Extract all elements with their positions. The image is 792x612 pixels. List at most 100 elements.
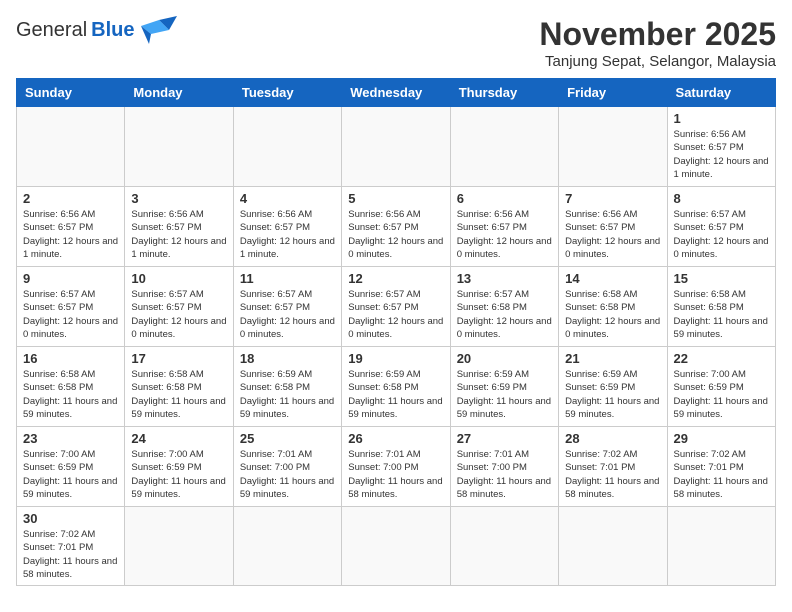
day-number: 30 (23, 511, 118, 526)
calendar-cell: 22 Sunrise: 7:00 AM Sunset: 6:59 PM Dayli… (667, 347, 775, 427)
calendar-cell (667, 507, 775, 586)
calendar-cell: 29 Sunrise: 7:02 AM Sunset: 7:01 PM Dayli… (667, 427, 775, 507)
day-info: Sunrise: 7:02 AM Sunset: 7:01 PM Dayligh… (23, 528, 118, 581)
day-number: 1 (674, 111, 769, 126)
day-number: 27 (457, 431, 552, 446)
day-number: 26 (348, 431, 443, 446)
calendar-cell (125, 107, 233, 187)
day-number: 23 (23, 431, 118, 446)
calendar-cell: 21 Sunrise: 6:59 AM Sunset: 6:59 PM Dayli… (559, 347, 667, 427)
day-info: Sunrise: 6:58 AM Sunset: 6:58 PM Dayligh… (131, 368, 226, 421)
day-number: 12 (348, 271, 443, 286)
day-info: Sunrise: 6:59 AM Sunset: 6:58 PM Dayligh… (348, 368, 443, 421)
day-info: Sunrise: 6:56 AM Sunset: 6:57 PM Dayligh… (565, 208, 660, 261)
day-number: 29 (674, 431, 769, 446)
day-info: Sunrise: 6:58 AM Sunset: 6:58 PM Dayligh… (565, 288, 660, 341)
col-header-monday: Monday (125, 79, 233, 107)
calendar-cell: 18Sunrise: 6:59 AM Sunset: 6:58 PM Dayli… (233, 347, 341, 427)
calendar-cell: 19 Sunrise: 6:59 AM Sunset: 6:58 PM Dayli… (342, 347, 450, 427)
day-number: 11 (240, 271, 335, 286)
col-header-thursday: Thursday (450, 79, 558, 107)
calendar-cell: 3Sunrise: 6:56 AM Sunset: 6:57 PM Daylig… (125, 187, 233, 267)
day-number: 16 (23, 351, 118, 366)
logo-general: General (16, 19, 87, 42)
day-number: 4 (240, 191, 335, 206)
calendar-week-row: 2 Sunrise: 6:56 AM Sunset: 6:57 PM Daylig… (17, 187, 776, 267)
calendar-cell: 14 Sunrise: 6:58 AM Sunset: 6:58 PM Dayli… (559, 267, 667, 347)
calendar-cell: 1 Sunrise: 6:56 AM Sunset: 6:57 PM Daylig… (667, 107, 775, 187)
day-info: Sunrise: 7:01 AM Sunset: 7:00 PM Dayligh… (240, 448, 335, 501)
day-info: Sunrise: 6:57 AM Sunset: 6:57 PM Dayligh… (131, 288, 226, 341)
logo-blue: Blue (91, 19, 134, 42)
calendar-week-row: 23 Sunrise: 7:00 AM Sunset: 6:59 PM Dayli… (17, 427, 776, 507)
calendar-cell: 9 Sunrise: 6:57 AM Sunset: 6:57 PM Daylig… (17, 267, 125, 347)
col-header-wednesday: Wednesday (342, 79, 450, 107)
calendar-cell: 8 Sunrise: 6:57 AM Sunset: 6:57 PM Daylig… (667, 187, 775, 267)
calendar-cell (233, 107, 341, 187)
day-info: Sunrise: 6:57 AM Sunset: 6:57 PM Dayligh… (348, 288, 443, 341)
day-number: 6 (457, 191, 552, 206)
calendar-week-row: 30 Sunrise: 7:02 AM Sunset: 7:01 PM Dayli… (17, 507, 776, 586)
calendar-table: SundayMondayTuesdayWednesdayThursdayFrid… (16, 78, 776, 586)
day-info: Sunrise: 6:56 AM Sunset: 6:57 PM Dayligh… (457, 208, 552, 261)
day-info: Sunrise: 6:59 AM Sunset: 6:59 PM Dayligh… (565, 368, 660, 421)
day-info: Sunrise: 6:56 AM Sunset: 6:57 PM Dayligh… (240, 208, 335, 261)
calendar-cell: 30 Sunrise: 7:02 AM Sunset: 7:01 PM Dayli… (17, 507, 125, 586)
calendar-cell (450, 107, 558, 187)
day-info: Sunrise: 6:57 AM Sunset: 6:57 PM Dayligh… (674, 208, 769, 261)
day-info: Sunrise: 6:56 AM Sunset: 6:57 PM Dayligh… (131, 208, 226, 261)
col-header-friday: Friday (559, 79, 667, 107)
calendar-cell (450, 507, 558, 586)
day-info: Sunrise: 7:00 AM Sunset: 6:59 PM Dayligh… (131, 448, 226, 501)
col-header-sunday: Sunday (17, 79, 125, 107)
month-title: November 2025 (539, 16, 776, 53)
calendar-cell: 4 Sunrise: 6:56 AM Sunset: 6:57 PM Daylig… (233, 187, 341, 267)
calendar-cell: 6 Sunrise: 6:56 AM Sunset: 6:57 PM Daylig… (450, 187, 558, 267)
day-number: 19 (348, 351, 443, 366)
day-info: Sunrise: 6:59 AM Sunset: 6:59 PM Dayligh… (457, 368, 552, 421)
calendar-cell: 5Sunrise: 6:56 AM Sunset: 6:57 PM Daylig… (342, 187, 450, 267)
calendar-cell: 13 Sunrise: 6:57 AM Sunset: 6:58 PM Dayli… (450, 267, 558, 347)
day-number: 17 (131, 351, 226, 366)
col-header-saturday: Saturday (667, 79, 775, 107)
title-section: November 2025 Tanjung Sepat, Selangor, M… (539, 16, 776, 70)
day-info: Sunrise: 7:00 AM Sunset: 6:59 PM Dayligh… (674, 368, 769, 421)
calendar-cell: 16 Sunrise: 6:58 AM Sunset: 6:58 PM Dayli… (17, 347, 125, 427)
page-header: General Blue November 2025 Tanjung Sepat… (16, 16, 776, 70)
calendar-cell: 7Sunrise: 6:56 AM Sunset: 6:57 PM Daylig… (559, 187, 667, 267)
calendar-cell (125, 507, 233, 586)
day-number: 24 (131, 431, 226, 446)
day-info: Sunrise: 7:01 AM Sunset: 7:00 PM Dayligh… (348, 448, 443, 501)
day-info: Sunrise: 7:01 AM Sunset: 7:00 PM Dayligh… (457, 448, 552, 501)
calendar-cell (559, 107, 667, 187)
calendar-cell: 25Sunrise: 7:01 AM Sunset: 7:00 PM Dayli… (233, 427, 341, 507)
day-number: 2 (23, 191, 118, 206)
day-info: Sunrise: 6:57 AM Sunset: 6:57 PM Dayligh… (23, 288, 118, 341)
calendar-week-row: 9 Sunrise: 6:57 AM Sunset: 6:57 PM Daylig… (17, 267, 776, 347)
calendar-cell: 12 Sunrise: 6:57 AM Sunset: 6:57 PM Dayli… (342, 267, 450, 347)
day-info: Sunrise: 6:57 AM Sunset: 6:58 PM Dayligh… (457, 288, 552, 341)
logo-bird-icon (141, 16, 177, 44)
calendar-week-row: 1 Sunrise: 6:56 AM Sunset: 6:57 PM Daylig… (17, 107, 776, 187)
day-info: Sunrise: 7:02 AM Sunset: 7:01 PM Dayligh… (674, 448, 769, 501)
day-number: 22 (674, 351, 769, 366)
day-info: Sunrise: 6:56 AM Sunset: 6:57 PM Dayligh… (348, 208, 443, 261)
day-number: 28 (565, 431, 660, 446)
calendar-cell (559, 507, 667, 586)
day-info: Sunrise: 6:59 AM Sunset: 6:58 PM Dayligh… (240, 368, 335, 421)
day-number: 21 (565, 351, 660, 366)
day-number: 13 (457, 271, 552, 286)
calendar-cell (17, 107, 125, 187)
calendar-cell: 2Sunrise: 6:56 AM Sunset: 6:57 PM Daylig… (17, 187, 125, 267)
calendar-cell (342, 507, 450, 586)
calendar-cell: 27 Sunrise: 7:01 AM Sunset: 7:00 PM Dayli… (450, 427, 558, 507)
day-number: 8 (674, 191, 769, 206)
calendar-cell: 15Sunrise: 6:58 AM Sunset: 6:58 PM Dayli… (667, 267, 775, 347)
calendar-cell: 11Sunrise: 6:57 AM Sunset: 6:57 PM Dayli… (233, 267, 341, 347)
day-number: 9 (23, 271, 118, 286)
calendar-cell: 28Sunrise: 7:02 AM Sunset: 7:01 PM Dayli… (559, 427, 667, 507)
day-number: 14 (565, 271, 660, 286)
day-info: Sunrise: 6:56 AM Sunset: 6:57 PM Dayligh… (674, 128, 769, 181)
day-info: Sunrise: 6:58 AM Sunset: 6:58 PM Dayligh… (23, 368, 118, 421)
calendar-cell (233, 507, 341, 586)
